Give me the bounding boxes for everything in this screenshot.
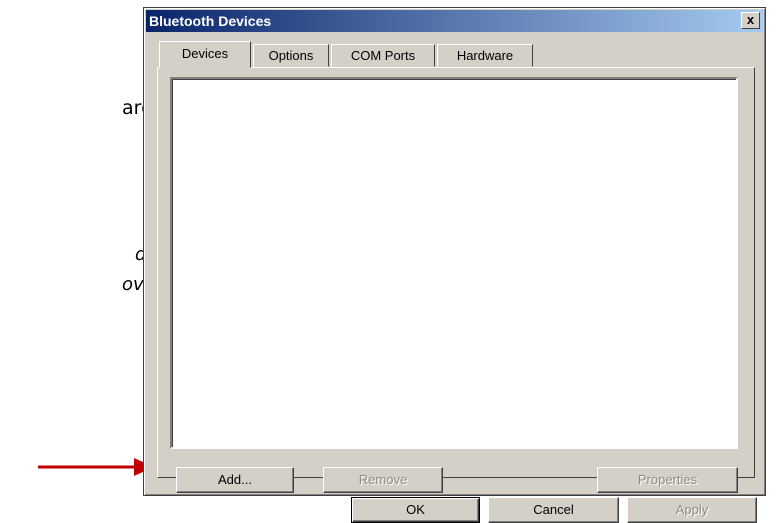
tab-devices[interactable]: Devices xyxy=(159,41,251,68)
arrow-icon xyxy=(38,458,154,476)
ok-button[interactable]: OK xyxy=(351,497,480,523)
tab-options[interactable]: Options xyxy=(253,44,329,67)
remove-button[interactable]: Remove xyxy=(323,467,443,493)
apply-button[interactable]: Apply xyxy=(627,497,757,523)
tab-hardware[interactable]: Hardware xyxy=(437,44,533,67)
cancel-button[interactable]: Cancel xyxy=(488,497,619,523)
device-list[interactable] xyxy=(170,77,738,449)
add-button[interactable]: Add... xyxy=(176,467,294,493)
tab-com-ports[interactable]: COM Ports xyxy=(331,44,435,67)
properties-button[interactable]: Properties xyxy=(597,467,738,493)
close-button[interactable]: x xyxy=(741,12,760,29)
bluetooth-devices-dialog: Bluetooth Devices x Devices Options COM … xyxy=(143,7,766,523)
window-title: Bluetooth Devices xyxy=(149,13,272,29)
title-bar[interactable]: Bluetooth Devices x xyxy=(146,10,763,32)
